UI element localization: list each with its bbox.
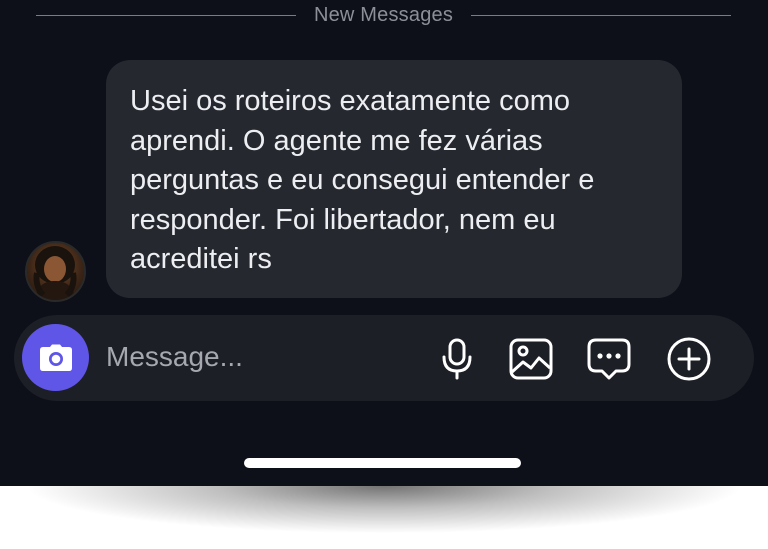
microphone-icon	[442, 338, 472, 380]
image-icon	[509, 338, 553, 380]
add-button[interactable]	[666, 336, 712, 382]
camera-icon	[39, 344, 72, 371]
message-composer	[14, 315, 754, 401]
plus-circle-icon	[667, 337, 711, 381]
divider-line-left	[36, 14, 296, 16]
new-messages-label: New Messages	[313, 3, 454, 26]
microphone-button[interactable]	[434, 336, 480, 382]
new-messages-divider: New Messages	[36, 0, 731, 30]
message-text: Usei os roteiros exatamente como aprendi…	[130, 85, 595, 275]
divider-line-right	[471, 14, 731, 16]
image-button[interactable]	[508, 336, 554, 382]
chat-screen: New Messages Usei os roteiros exatamente…	[0, 0, 768, 486]
device-shadow	[0, 486, 768, 549]
chat-button[interactable]	[586, 336, 632, 382]
avatar[interactable]	[25, 241, 86, 302]
camera-button[interactable]	[22, 324, 89, 391]
chat-bubble-icon	[587, 338, 631, 380]
message-bubble[interactable]: Usei os roteiros exatamente como aprendi…	[106, 60, 682, 298]
home-indicator[interactable]	[244, 458, 521, 468]
message-input[interactable]	[106, 337, 406, 377]
